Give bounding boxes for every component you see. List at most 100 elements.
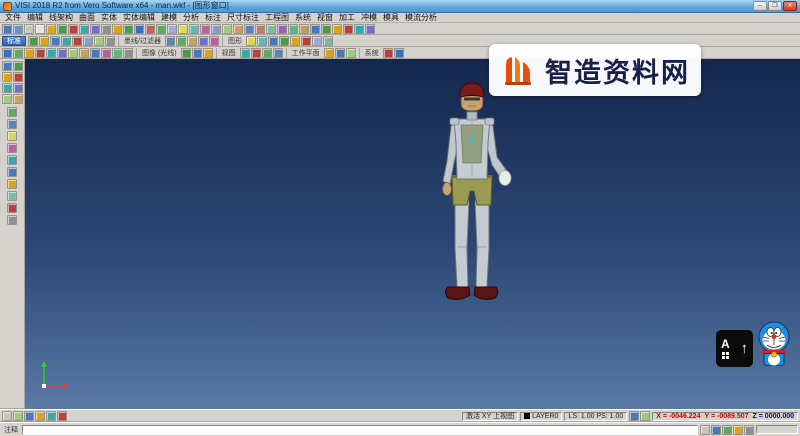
tool-icon[interactable] xyxy=(191,47,202,58)
tool-icon[interactable] xyxy=(178,23,188,34)
tool-icon[interactable] xyxy=(1,61,12,71)
tool-icon[interactable] xyxy=(134,23,144,34)
tool-icon[interactable] xyxy=(28,35,38,46)
tool-icon[interactable] xyxy=(83,35,93,46)
tool-icon[interactable] xyxy=(354,23,364,34)
tool-icon[interactable] xyxy=(12,94,23,104)
tool-icon[interactable] xyxy=(300,35,311,46)
tool-icon[interactable] xyxy=(61,35,71,46)
tool-icon[interactable] xyxy=(239,47,250,58)
tool-icon[interactable] xyxy=(189,23,199,34)
tool-icon[interactable] xyxy=(57,23,67,34)
active-view-field[interactable]: 激活 XY 上视图 xyxy=(461,411,519,421)
menu-item[interactable]: 冲模 xyxy=(358,13,380,23)
note-input[interactable] xyxy=(22,424,698,435)
tool-icon[interactable] xyxy=(321,23,331,34)
mannequin-model[interactable] xyxy=(388,81,558,321)
tool-icon[interactable] xyxy=(245,35,256,46)
menu-item[interactable]: 线架构 xyxy=(46,13,76,23)
tool-icon[interactable] xyxy=(1,83,12,93)
tool-icon[interactable] xyxy=(256,35,267,46)
menu-item[interactable]: 标注 xyxy=(202,13,224,23)
tool-icon[interactable] xyxy=(278,35,289,46)
tool-icon[interactable] xyxy=(13,47,23,58)
tool-icon[interactable] xyxy=(299,23,309,34)
tool-icon[interactable] xyxy=(13,411,23,421)
tool-icon[interactable] xyxy=(46,47,56,58)
menu-item[interactable]: 工程图 xyxy=(262,13,292,23)
tool-icon[interactable] xyxy=(7,143,17,153)
tool-icon[interactable] xyxy=(180,47,191,58)
tool-icon[interactable] xyxy=(343,23,353,34)
tool-icon[interactable] xyxy=(2,47,12,58)
tool-icon[interactable] xyxy=(266,23,276,34)
tool-icon[interactable] xyxy=(733,424,743,435)
tool-icon[interactable] xyxy=(7,191,17,201)
tool-icon[interactable] xyxy=(90,47,100,58)
tool-icon[interactable] xyxy=(211,23,221,34)
tool-icon[interactable] xyxy=(288,23,298,34)
menu-item[interactable]: 加工 xyxy=(336,13,358,23)
tool-icon[interactable] xyxy=(7,215,17,225)
menu-item[interactable]: 模流分析 xyxy=(402,13,440,23)
tool-icon[interactable] xyxy=(261,47,272,58)
tool-icon[interactable] xyxy=(244,23,254,34)
tool-icon[interactable] xyxy=(156,23,166,34)
tool-icon[interactable] xyxy=(167,23,177,34)
tool-icon[interactable] xyxy=(186,35,197,46)
menu-item[interactable]: 文件 xyxy=(2,13,24,23)
scale-field[interactable]: LS: 1.00 PS: 1.00 xyxy=(564,411,628,421)
tool-icon[interactable] xyxy=(277,23,287,34)
tool-icon[interactable] xyxy=(289,35,300,46)
tool-icon[interactable] xyxy=(222,23,232,34)
tool-icon[interactable] xyxy=(50,35,60,46)
tool-icon[interactable] xyxy=(744,424,754,435)
tool-icon[interactable] xyxy=(175,35,186,46)
tool-icon[interactable] xyxy=(700,424,710,435)
layer-field[interactable]: LAYER0 xyxy=(520,411,563,421)
tool-icon[interactable] xyxy=(94,35,104,46)
menu-item[interactable]: 视窗 xyxy=(314,13,336,23)
tool-icon[interactable] xyxy=(101,47,111,58)
tool-icon[interactable] xyxy=(123,23,133,34)
tool-icon[interactable] xyxy=(68,23,78,34)
menu-item[interactable]: 模具 xyxy=(380,13,402,23)
tool-icon[interactable] xyxy=(640,411,651,421)
tool-icon[interactable] xyxy=(112,23,122,34)
tool-icon[interactable] xyxy=(197,35,208,46)
tool-icon[interactable] xyxy=(112,47,122,58)
tool-icon[interactable] xyxy=(7,131,17,141)
tool-icon[interactable] xyxy=(272,47,283,58)
tool-icon[interactable] xyxy=(629,411,640,421)
tool-icon[interactable] xyxy=(345,47,356,58)
tool-icon[interactable] xyxy=(233,23,243,34)
menu-item[interactable]: 分析 xyxy=(180,13,202,23)
tool-icon[interactable] xyxy=(12,61,23,71)
tool-icon[interactable] xyxy=(164,35,175,46)
tool-icon[interactable] xyxy=(35,411,45,421)
menu-item[interactable]: 编辑 xyxy=(24,13,46,23)
tool-icon[interactable] xyxy=(200,23,210,34)
tool-icon[interactable] xyxy=(24,23,34,34)
viewport-3d[interactable] xyxy=(25,59,800,409)
tool-icon[interactable] xyxy=(7,179,17,189)
menu-item[interactable]: 尺寸标注 xyxy=(224,13,262,23)
tool-icon[interactable] xyxy=(72,35,82,46)
tool-icon[interactable] xyxy=(202,47,213,58)
tool-icon[interactable] xyxy=(105,35,115,46)
tool-icon[interactable] xyxy=(310,23,320,34)
tool-icon[interactable] xyxy=(12,83,23,93)
tool-icon[interactable] xyxy=(7,167,17,177)
tool-icon[interactable] xyxy=(365,23,375,34)
tool-icon[interactable] xyxy=(68,47,78,58)
tool-icon[interactable] xyxy=(322,35,333,46)
tool-icon[interactable] xyxy=(332,23,342,34)
minimize-button[interactable]: – xyxy=(753,1,767,11)
tool-icon[interactable] xyxy=(46,23,56,34)
tool-icon[interactable] xyxy=(79,47,89,58)
tool-icon[interactable] xyxy=(24,47,34,58)
tool-icon[interactable] xyxy=(57,411,67,421)
tool-icon[interactable] xyxy=(334,47,345,58)
menu-item[interactable]: 曲面 xyxy=(76,13,98,23)
tool-icon[interactable] xyxy=(90,23,100,34)
